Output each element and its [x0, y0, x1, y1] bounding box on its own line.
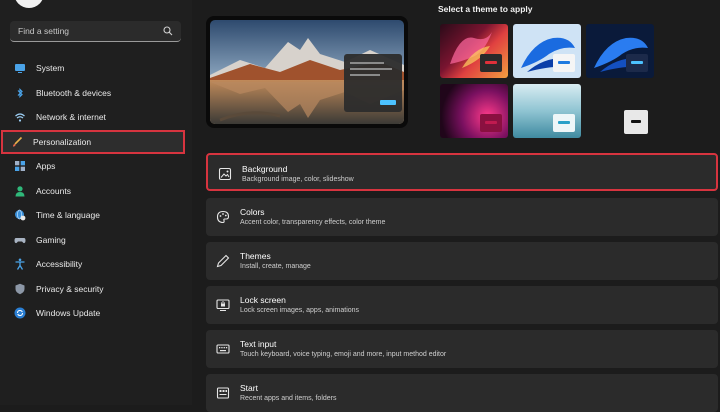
sidebar-item-label: Network & internet [36, 112, 106, 123]
accessibility-icon [14, 258, 26, 271]
sidebar-item-accessibility[interactable]: Accessibility [0, 252, 192, 277]
card-title: Colors [240, 207, 265, 217]
sidebar-item-time-language[interactable]: Time & language [0, 203, 192, 228]
lock-screen-icon [216, 298, 230, 312]
update-icon [14, 307, 26, 319]
start-icon [216, 386, 230, 400]
start-card[interactable]: Start Recent apps and items, folders [206, 374, 718, 412]
card-subtitle: Recent apps and items, folders [240, 395, 337, 402]
wallpaper-preview-image [210, 20, 404, 124]
theme-chip [626, 54, 648, 72]
wifi-icon [14, 111, 26, 123]
sidebar-item-privacy[interactable]: Privacy & security [0, 277, 192, 302]
theme-chip [480, 54, 502, 72]
shield-icon [14, 283, 26, 295]
sidebar-item-apps[interactable]: Apps [0, 154, 192, 179]
lock-screen-card[interactable]: Lock screen Lock screen images, apps, an… [206, 286, 718, 324]
card-title: Lock screen [240, 295, 286, 305]
sidebar-item-label: Gaming [36, 234, 66, 245]
sidebar-item-label: Apps [36, 161, 56, 172]
sidebar-item-label: Windows Update [36, 308, 101, 319]
theme-thumb-3[interactable] [586, 24, 654, 78]
theme-chip [553, 54, 575, 72]
monitor-icon [14, 62, 26, 74]
sidebar-item-label: Accessibility [36, 259, 83, 270]
image-icon [218, 167, 232, 181]
theme-chip [480, 114, 502, 132]
avatar[interactable] [14, 0, 44, 8]
bluetooth-icon [14, 87, 26, 99]
card-title: Text input [240, 339, 277, 349]
colors-card[interactable]: Colors Accent color, transparency effect… [206, 198, 718, 236]
theme-thumb-2[interactable] [513, 24, 581, 78]
themes-card[interactable]: Themes Install, create, manage [206, 242, 718, 280]
card-subtitle: Lock screen images, apps, animations [240, 307, 360, 314]
theme-chip [553, 114, 575, 132]
globe-clock-icon [14, 209, 26, 221]
person-icon [14, 185, 26, 197]
sidebar-item-label: Accounts [36, 185, 71, 196]
card-subtitle: Touch keyboard, voice typing, emoji and … [240, 351, 447, 358]
theme-chip [624, 110, 648, 134]
sidebar-item-bluetooth[interactable]: Bluetooth & devices [0, 81, 192, 106]
card-subtitle: Accent color, transparency effects, colo… [240, 219, 386, 226]
theme-thumb-6[interactable] [586, 84, 654, 138]
gamepad-icon [14, 234, 26, 246]
sidebar-item-system[interactable]: System [0, 56, 192, 81]
sidebar-item-label: Bluetooth & devices [36, 87, 112, 98]
sidebar-item-accounts[interactable]: Accounts [0, 179, 192, 204]
palette-icon [216, 210, 230, 224]
sidebar-item-personalization[interactable]: Personalization [1, 129, 185, 154]
sidebar-item-windows-update[interactable]: Windows Update [0, 301, 192, 326]
sidebar-item-gaming[interactable]: Gaming [0, 228, 192, 253]
theme-preview [206, 16, 408, 128]
sidebar: Find a setting System Bluetooth & device… [0, 0, 192, 405]
card-subtitle: Background image, color, slideshow [242, 176, 354, 183]
card-subtitle: Install, create, manage [240, 263, 311, 270]
search-icon[interactable] [163, 26, 173, 36]
card-title: Themes [240, 251, 271, 261]
theme-thumb-1[interactable] [440, 24, 508, 78]
theme-thumb-4[interactable] [440, 84, 508, 138]
brush-icon [11, 136, 23, 148]
sidebar-item-label: Time & language [36, 210, 100, 221]
keyboard-icon [216, 342, 230, 356]
sidebar-item-network[interactable]: Network & internet [0, 105, 192, 130]
sidebar-item-label: System [36, 63, 65, 74]
main-content: Select a theme to apply Background Backg… [192, 0, 720, 412]
themes-title: Select a theme to apply [438, 4, 533, 14]
card-title: Background [242, 164, 288, 174]
card-title: Start [240, 383, 258, 393]
background-card[interactable]: Background Background image, color, slid… [206, 153, 718, 191]
nav-list: System Bluetooth & devices Network & int… [0, 56, 192, 326]
sidebar-item-label: Personalization [33, 136, 92, 147]
text-input-card[interactable]: Text input Touch keyboard, voice typing,… [206, 330, 718, 368]
apps-icon [14, 160, 26, 172]
search-placeholder: Find a setting [18, 26, 70, 36]
theme-thumb-5[interactable] [513, 84, 581, 138]
sidebar-item-label: Privacy & security [36, 283, 104, 294]
pen-icon [216, 254, 230, 268]
search-input[interactable]: Find a setting [10, 21, 181, 42]
